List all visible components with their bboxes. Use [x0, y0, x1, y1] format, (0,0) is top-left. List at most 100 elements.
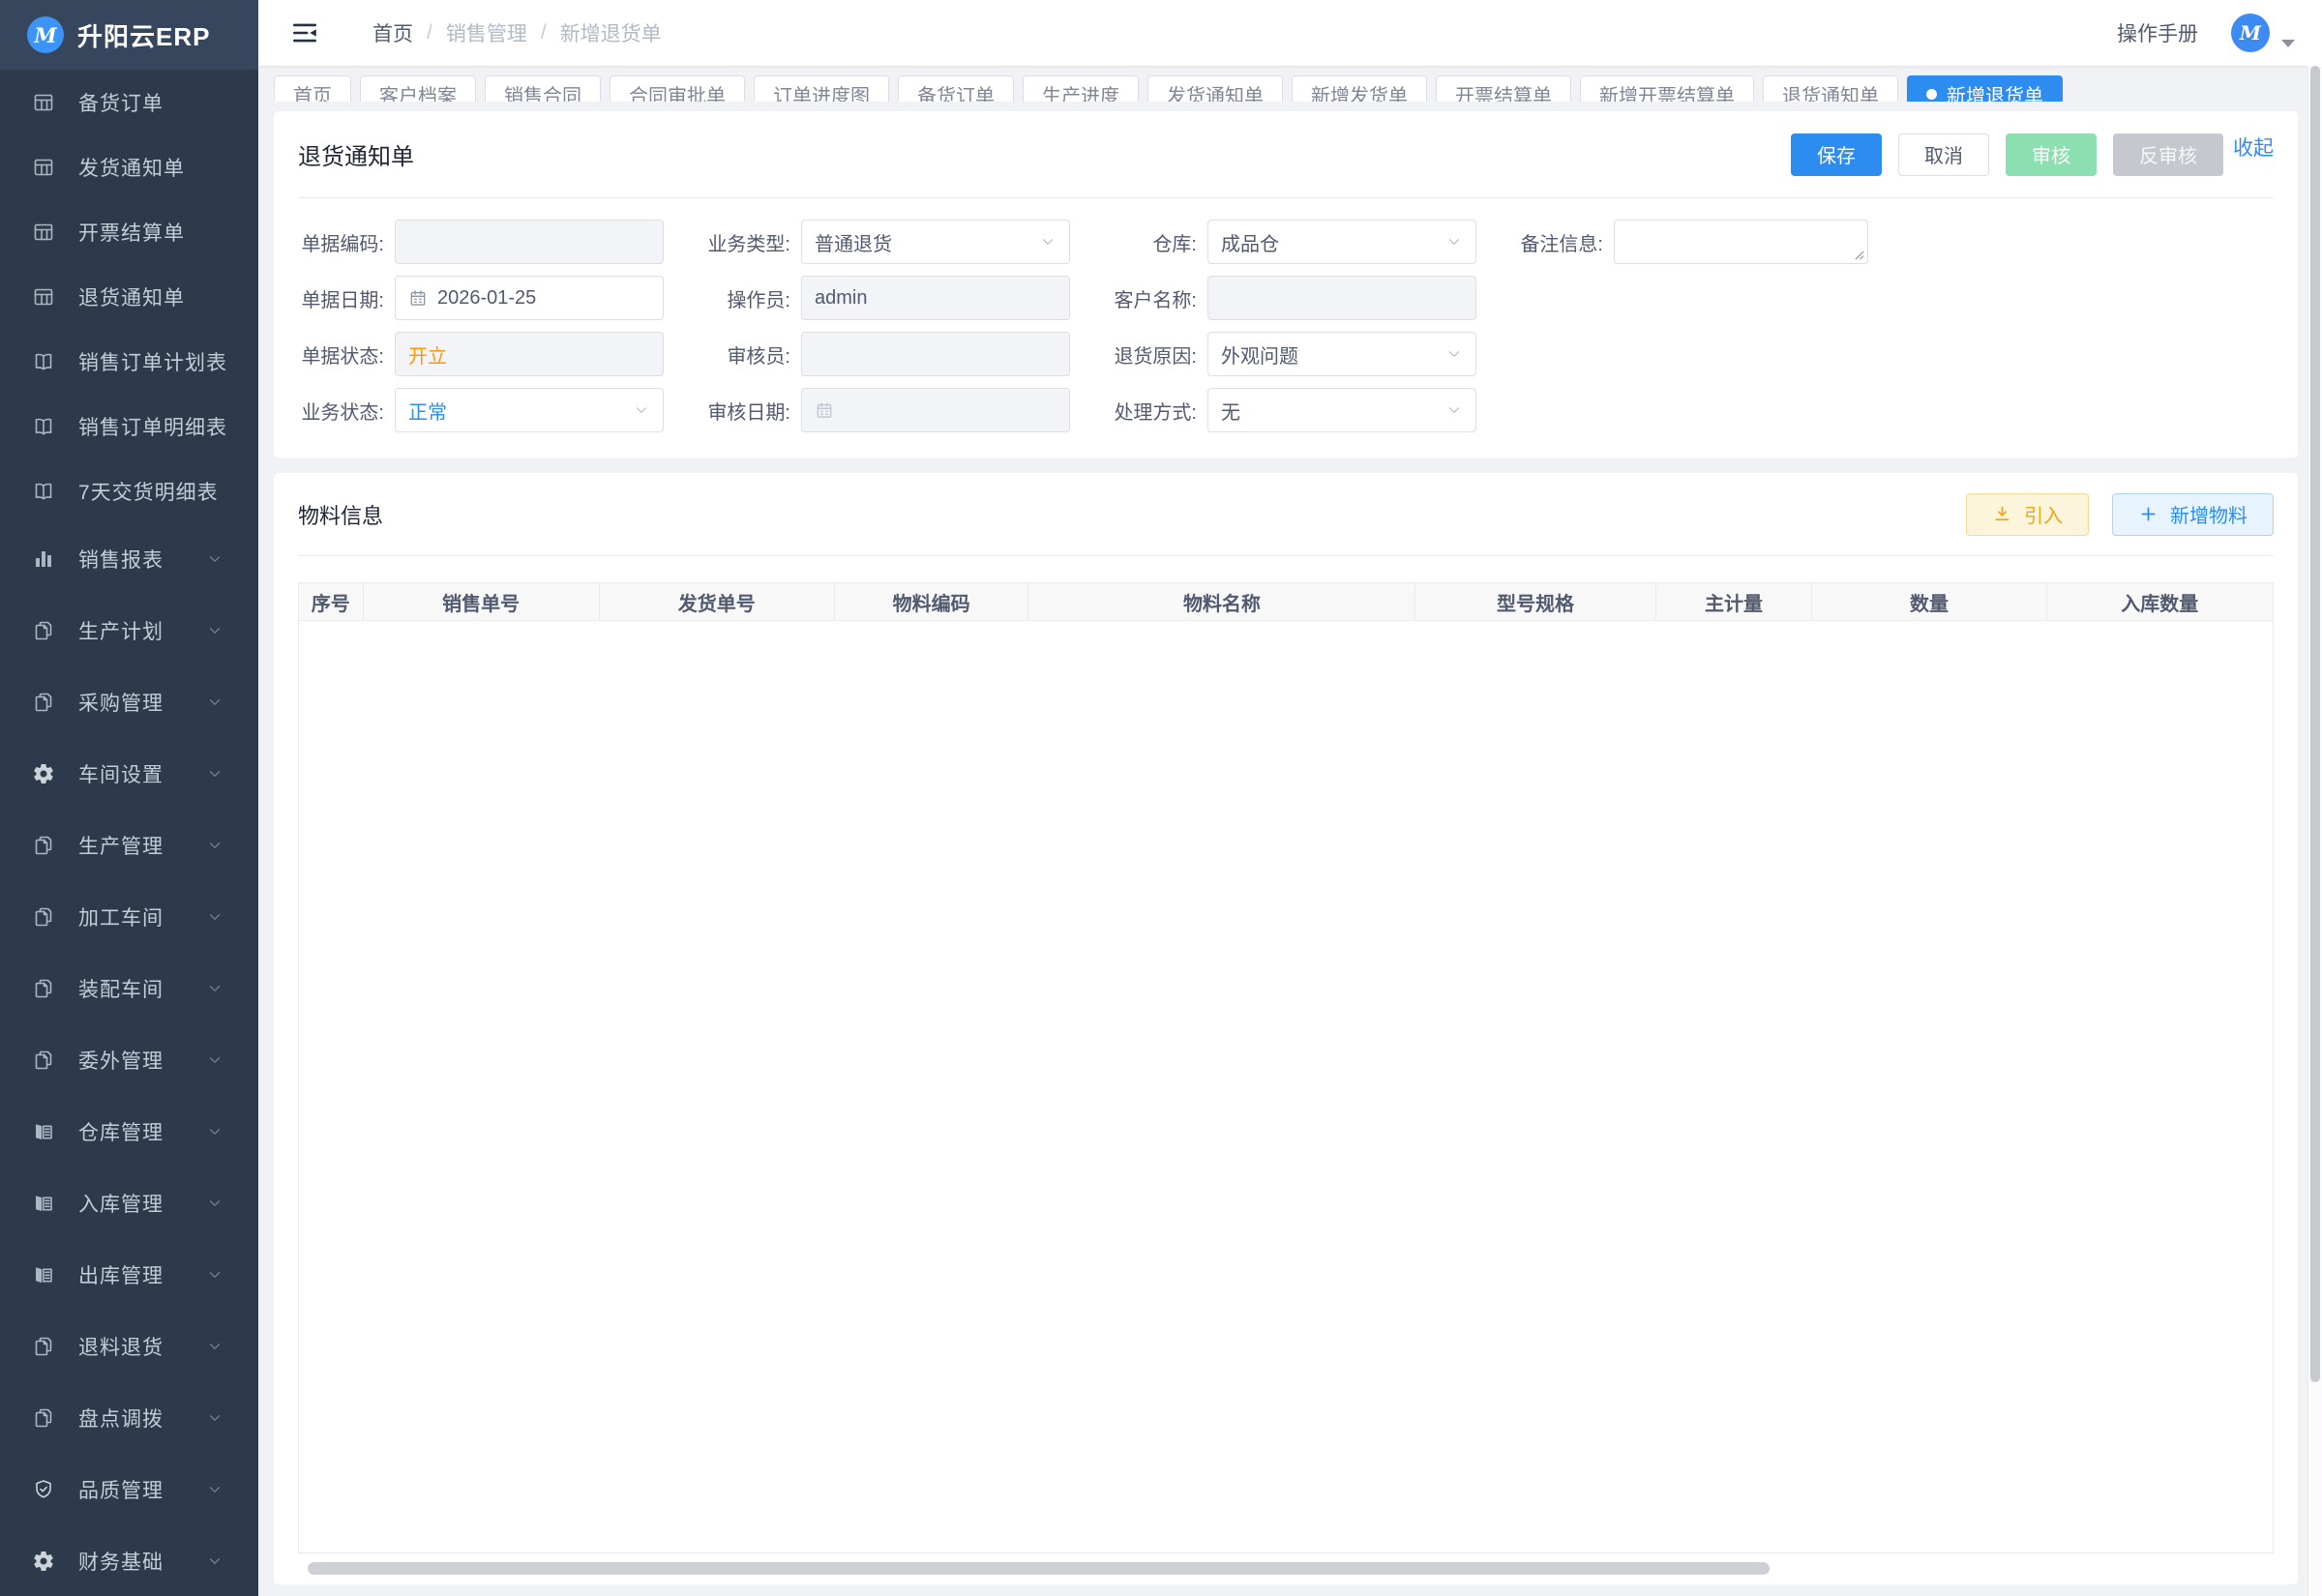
breadcrumb-home[interactable]: 首页 [372, 18, 413, 47]
save-button[interactable]: 保存 [1791, 133, 1882, 176]
sidebar-item-delivery-7day-detail[interactable]: 7天交货明细表 [0, 458, 258, 523]
breadcrumb-separator: / [427, 21, 432, 44]
customer-name-input [1207, 276, 1476, 320]
sidebar-item-invoice-settlement[interactable]: 开票结算单 [0, 199, 258, 264]
tab-new-shipping[interactable]: 新增发货单 [1292, 75, 1427, 102]
journal-icon [32, 1120, 55, 1143]
tab-invoice-settle[interactable]: 开票结算单 [1436, 75, 1571, 102]
remark-textarea[interactable] [1614, 220, 1868, 264]
sidebar-item-label: 财务基础 [78, 1547, 164, 1576]
tab-stock-order[interactable]: 备货订单 [898, 75, 1014, 102]
tab-label: 新增发货单 [1311, 80, 1408, 103]
auditor-input [801, 332, 1070, 376]
tab-return-notice[interactable]: 退货通知单 [1763, 75, 1898, 102]
field-biz-type: 业务类型:普通退货 [704, 220, 1111, 264]
warehouse-select[interactable]: 成品仓 [1207, 220, 1476, 264]
tab-label: 新增开票结算单 [1599, 80, 1735, 103]
tab-contract-approval[interactable]: 合同审批单 [610, 75, 745, 102]
sidebar-item-assembly-workshop[interactable]: 装配车间 [0, 953, 258, 1024]
sidebar-item-warehouse-mgmt[interactable]: 仓库管理 [0, 1096, 258, 1167]
tab-label: 退货通知单 [1782, 80, 1879, 103]
book-open-icon [32, 480, 55, 503]
handle-method-value: 无 [1221, 397, 1445, 425]
vertical-scrollbar-thumb[interactable] [2310, 66, 2320, 1382]
tab-order-progress[interactable]: 订单进度图 [754, 75, 889, 102]
return-reason-value: 外观问题 [1221, 340, 1445, 369]
sidebar-item-label: 销售订单明细表 [78, 412, 227, 441]
sidebar-item-stock-order[interactable]: 备货订单 [0, 70, 258, 134]
column-header: 销售单号 [364, 583, 600, 620]
tab-new-invoice-settle[interactable]: 新增开票结算单 [1580, 75, 1754, 102]
biz-status-value: 正常 [408, 397, 633, 425]
biz-status-select[interactable]: 正常 [395, 388, 664, 432]
sidebar-item-shipping-notice[interactable]: 发货通知单 [0, 134, 258, 199]
sidebar-item-outbound-mgmt[interactable]: 出库管理 [0, 1239, 258, 1311]
chevron-down-icon [206, 1051, 223, 1069]
field-remark: 备注信息: [1517, 220, 1923, 264]
active-tab-dot [1926, 89, 1937, 100]
sidebar-item-quality-mgmt[interactable]: 品质管理 [0, 1454, 258, 1525]
field-handle-method: 处理方式:无 [1111, 388, 1517, 432]
import-button[interactable]: 引入 [1966, 493, 2089, 536]
biz-type-select[interactable]: 普通退货 [801, 220, 1070, 264]
tab-label: 生产进度 [1042, 80, 1119, 103]
breadcrumb-separator: / [541, 21, 547, 44]
sidebar-item-finance-basic[interactable]: 财务基础 [0, 1525, 258, 1596]
biz-type-value: 普通退货 [815, 228, 1039, 256]
tab-shipping-notice[interactable]: 发货通知单 [1147, 75, 1283, 102]
tab-home[interactable]: 首页 [274, 75, 351, 102]
user-avatar[interactable]: M [2231, 14, 2270, 52]
field-audit-date: 审核日期: [704, 388, 1111, 432]
add-material-button[interactable]: 新增物料 [2112, 493, 2274, 536]
sidebar-item-workshop-settings[interactable]: 车间设置 [0, 738, 258, 810]
chevron-down-icon [206, 765, 223, 783]
book-open-icon [32, 415, 55, 438]
customer-name-label: 客户名称: [1111, 284, 1207, 312]
journal-icon [32, 1263, 55, 1286]
chevron-down-icon [206, 1409, 223, 1427]
sidebar-item-sales-order-detail[interactable]: 销售订单明细表 [0, 394, 258, 458]
tab-production-progress[interactable]: 生产进度 [1023, 75, 1139, 102]
cancel-button[interactable]: 取消 [1898, 133, 1989, 176]
collapse-link[interactable]: 收起 [2233, 133, 2274, 162]
tab-customer-file[interactable]: 客户档案 [360, 75, 476, 102]
documents-icon [32, 1049, 55, 1072]
sidebar-item-label: 出库管理 [78, 1260, 164, 1289]
field-return-reason: 退货原因:外观问题 [1111, 332, 1517, 376]
sidebar-item-sales-order-plan[interactable]: 销售订单计划表 [0, 329, 258, 394]
breadcrumb-sales-mgmt[interactable]: 销售管理 [446, 18, 527, 47]
tab-new-return[interactable]: 新增退货单 [1907, 75, 2063, 102]
return-reason-select[interactable]: 外观问题 [1207, 332, 1476, 376]
tab-sales-contract[interactable]: 销售合同 [485, 75, 601, 102]
journal-icon [32, 1192, 55, 1215]
chevron-down-icon [206, 837, 223, 854]
sidebar-item-purchase-mgmt[interactable]: 采购管理 [0, 666, 258, 738]
tab-label: 新增退货单 [1947, 80, 2043, 103]
tab-label: 开票结算单 [1455, 80, 1552, 103]
sidebar-item-return-notice[interactable]: 退货通知单 [0, 264, 258, 329]
sidebar-item-production-plan[interactable]: 生产计划 [0, 595, 258, 666]
user-menu-caret-icon[interactable] [2281, 40, 2295, 47]
content-area: 首页 客户档案 销售合同 合同审批单 订单进度图备货订单 生产进度 发货通知单 新增发货单 开票… [258, 66, 2322, 1596]
audit-date-label: 审核日期: [704, 397, 801, 425]
materials-table-header: 序号销售单号发货单号物料编码物料名称型号规格主计量数量入库数量 [298, 582, 2274, 621]
tab-label: 客户档案 [379, 80, 457, 103]
sidebar-item-processing-workshop[interactable]: 加工车间 [0, 881, 258, 953]
field-doc-status: 单据状态:开立 [298, 332, 704, 376]
manual-link[interactable]: 操作手册 [2117, 18, 2198, 47]
sidebar-item-inbound-mgmt[interactable]: 入库管理 [0, 1167, 258, 1239]
doc-date-date[interactable]: 2026-01-25 [395, 276, 664, 320]
handle-method-select[interactable]: 无 [1207, 388, 1476, 432]
sidebar-item-inventory-transfer[interactable]: 盘点调拨 [0, 1382, 258, 1454]
tab-label: 合同审批单 [629, 80, 726, 103]
sidebar-item-sales-report[interactable]: 销售报表 [0, 523, 258, 595]
documents-icon [32, 905, 55, 929]
table-grid-icon [32, 91, 55, 114]
sidebar-item-production-mgmt[interactable]: 生产管理 [0, 810, 258, 881]
sidebar-item-label: 品质管理 [78, 1475, 164, 1504]
sidebar-item-material-return[interactable]: 退料退货 [0, 1311, 258, 1382]
sidebar-item-label: 生产管理 [78, 831, 164, 860]
sidebar-collapse-icon[interactable] [290, 18, 319, 47]
horizontal-scrollbar-thumb[interactable] [308, 1562, 1770, 1575]
sidebar-item-outsourcing-mgmt[interactable]: 委外管理 [0, 1024, 258, 1096]
